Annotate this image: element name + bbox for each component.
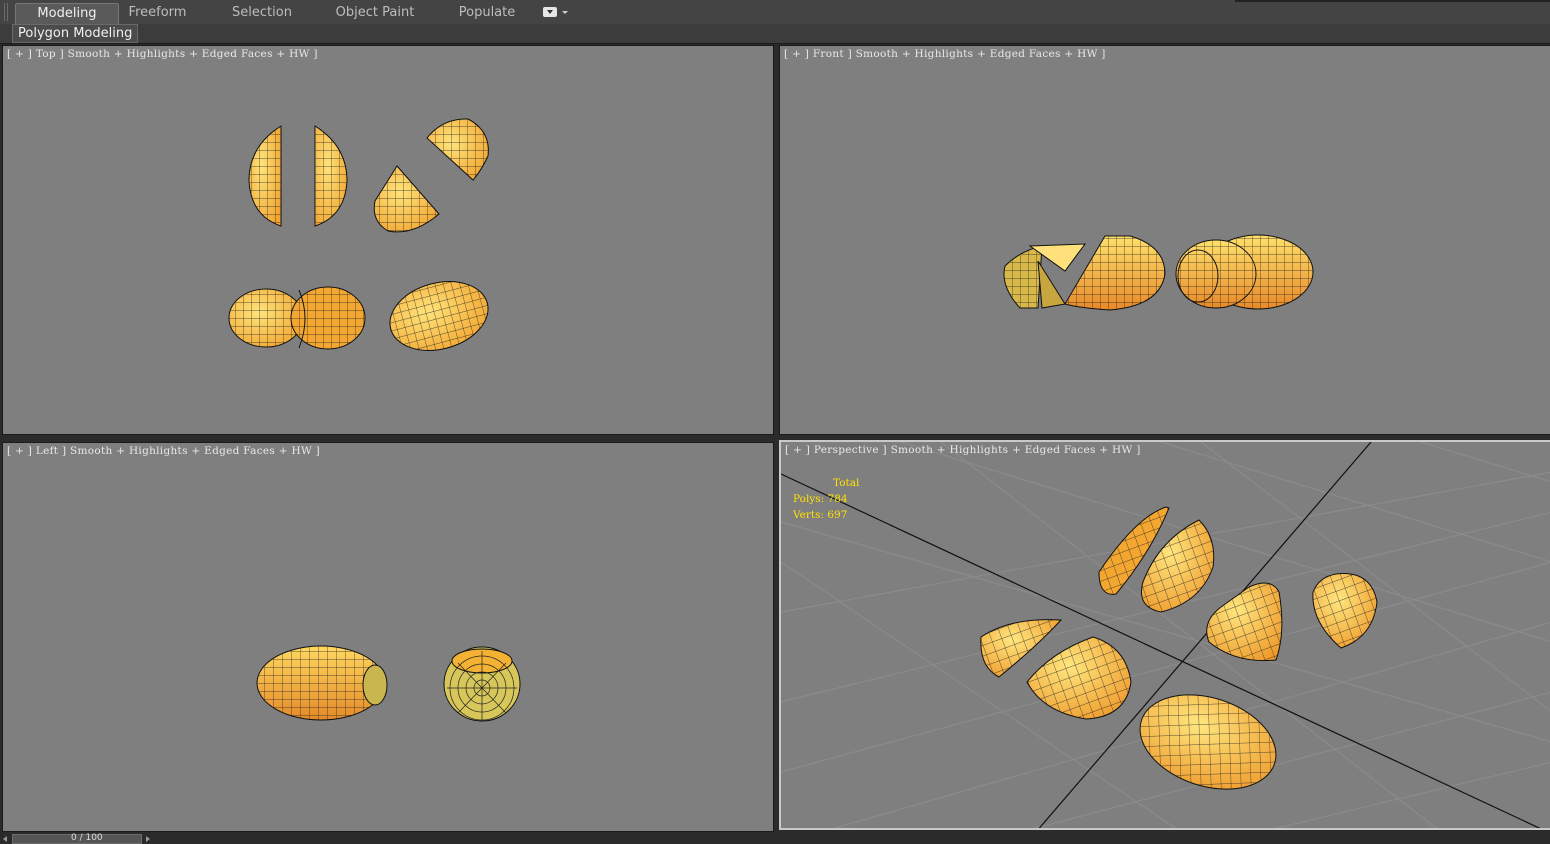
tab-selection[interactable]: Selection <box>222 3 302 23</box>
statistics-overlay: Total Polys: 784 Verts: 697 <box>793 475 859 523</box>
panel-polygon-modeling[interactable]: Polygon Modeling <box>12 24 139 43</box>
mango-wedge-lower <box>373 165 440 233</box>
viewport-shading-mode[interactable]: Smooth + Highlights + Edged Faces + HW ] <box>891 444 1141 456</box>
timeline-bar: 0 / 100 <box>0 832 1550 844</box>
time-slider-label: 0 / 100 <box>71 833 103 843</box>
viewport-left[interactable]: [ + ] Left ] Smooth + Highlights + Edged… <box>2 442 774 832</box>
viewport-separator: ] <box>882 444 891 456</box>
ground-grid <box>781 442 1550 828</box>
mango-end-view <box>443 646 521 722</box>
left-view-scene <box>256 645 521 722</box>
ribbon-options-icon[interactable] <box>543 7 557 17</box>
tab-modeling[interactable]: Modeling <box>15 3 119 24</box>
mango-halves-persp <box>1098 506 1215 613</box>
time-slider[interactable]: 0 / 100 <box>12 833 142 844</box>
viewport-perspective[interactable]: [ + ] Perspective ] Smooth + Highlights … <box>779 440 1550 830</box>
viewport-menu-button[interactable]: [ + ] <box>785 444 814 456</box>
viewport-front[interactable]: [ + ] Front ] Smooth + Highlights + Edge… <box>779 45 1550 435</box>
chevron-down-icon[interactable] <box>562 11 568 14</box>
ribbon-panel-bar: Polygon Modeling <box>0 24 1550 44</box>
mango-whole <box>389 281 489 351</box>
tab-object-paint[interactable]: Object Paint <box>330 3 420 23</box>
viewport-perspective-label[interactable]: [ + ] Perspective ] Smooth + Highlights … <box>785 444 1141 456</box>
ribbon-tab-bar: Modeling Freeform Selection Object Paint… <box>0 0 1550 25</box>
mango-wedge-upper <box>426 118 489 181</box>
viewport-top[interactable]: [ + ] Top ] Smooth + Highlights + Edged … <box>2 45 774 435</box>
tab-freeform[interactable]: Freeform <box>120 3 195 23</box>
stats-verts: Verts: 697 <box>793 509 848 521</box>
mango-half-right <box>314 125 348 227</box>
perspective-view-scene <box>781 442 1550 828</box>
ribbon-grip-handle[interactable] <box>4 3 8 21</box>
mango-side-profile <box>256 645 388 721</box>
stats-polys: Polys: 784 <box>793 493 848 505</box>
mango-wedges-persp <box>1206 573 1378 662</box>
viewport-view-name[interactable]: Perspective <box>814 444 883 456</box>
top-view-scene <box>228 118 489 351</box>
mango-cluster-right <box>1175 234 1314 310</box>
mango-sliced-pair <box>228 286 366 350</box>
tab-populate[interactable]: Populate <box>452 3 522 23</box>
mango-cluster-left <box>1003 235 1166 311</box>
timeline-prev-icon[interactable] <box>3 836 7 842</box>
world-axes <box>781 442 1541 828</box>
ribbon-divider <box>1235 0 1550 2</box>
stats-title: Total <box>833 477 860 489</box>
front-view-scene <box>1003 234 1314 311</box>
timeline-next-icon[interactable] <box>146 836 150 842</box>
mango-half-left <box>248 125 282 227</box>
